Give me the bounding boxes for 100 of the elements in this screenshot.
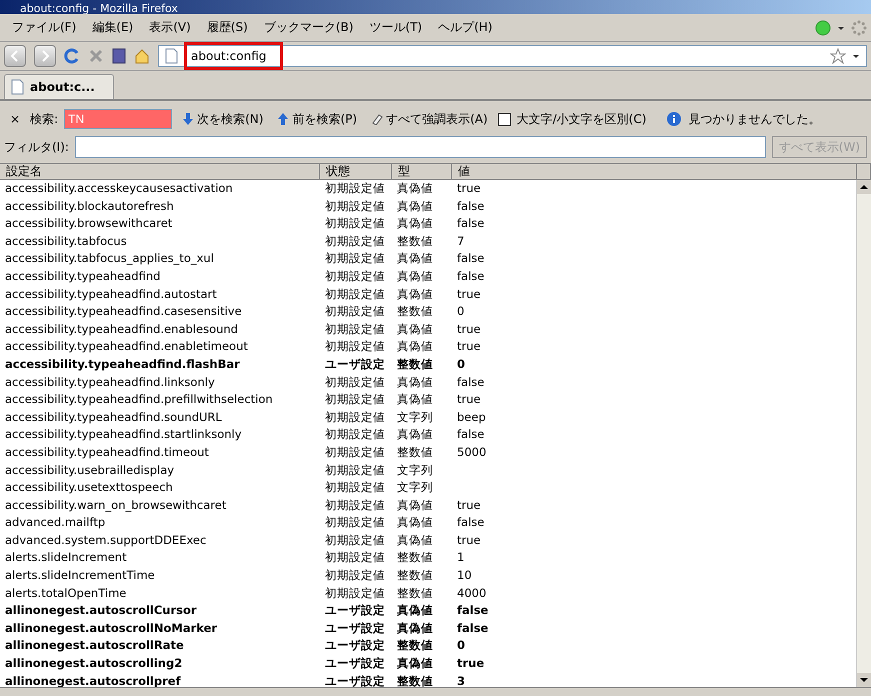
table-cell-text: accessibility.typeaheadfind.enabletimeout — [4, 338, 249, 356]
table-cell-text: 初期設定値 — [324, 444, 386, 461]
stop-icon[interactable] — [88, 48, 104, 64]
table-cell-text: accessibility.browsewithcaret — [4, 215, 174, 232]
info-icon — [666, 111, 682, 127]
table-cell-text: ユーザ設定 — [324, 602, 386, 620]
table-cell-text: false — [456, 374, 486, 391]
table-cell-text: 真偽値 — [396, 426, 434, 444]
up-arrow-icon — [277, 112, 290, 126]
table-cell-text: accessibility.typeaheadfind.enablesound — [4, 320, 239, 338]
browser-tab[interactable]: about:c... — [4, 74, 114, 99]
menu-item[interactable]: ツール(T) — [361, 19, 430, 36]
table-cell-text: accessibility.tabfocus_applies_to_xul — [4, 250, 215, 268]
table-cell-text: true — [456, 338, 482, 356]
table-cell-text: 文字列 — [396, 462, 434, 478]
table-cell-text: 整数値 — [396, 549, 434, 566]
table-cell-text: 初期設定値 — [324, 408, 386, 426]
scrollbar[interactable] — [856, 180, 871, 687]
table-cell-text: accessibility.usetexttospeech — [4, 479, 174, 496]
scroll-up-icon[interactable] — [860, 184, 868, 190]
menu-item[interactable]: 編集(E) — [84, 19, 142, 36]
table-cell-text: true — [456, 286, 482, 303]
table-cell-text: accessibility.typeaheadfind.startlinksonly — [4, 426, 243, 444]
back-button[interactable] — [4, 45, 26, 67]
table-cell-text: ユーザ設定 — [324, 672, 386, 687]
find-next-button[interactable]: 次を検索(N) — [178, 110, 268, 128]
table-cell-text: 0 — [456, 303, 466, 320]
table-cell-text: accessibility.typeaheadfind.prefillwithselection — [4, 391, 274, 408]
table-cell-text: 0 — [456, 356, 466, 373]
table-cell-text: 整数値 — [396, 567, 434, 584]
table-cell-text: 初期設定値 — [324, 250, 386, 268]
table-cell-text: true — [456, 391, 482, 408]
table-cell-text: 初期設定値 — [324, 215, 386, 232]
highlight-all-button[interactable]: すべて強調表示(A) — [367, 110, 492, 128]
table-cell-text: false — [456, 250, 486, 268]
table-cell-text: 整数値 — [396, 584, 434, 602]
highlighter-icon — [371, 113, 384, 125]
table-cell-text: false — [456, 215, 486, 232]
table-cell-text: 文字列 — [396, 408, 434, 426]
menu-item[interactable]: ヘルプ(H) — [430, 19, 500, 36]
table-cell-text: 初期設定値 — [324, 198, 386, 215]
home-icon[interactable] — [134, 48, 150, 64]
table-cell-text: advanced.system.supportDDEExec — [4, 532, 208, 549]
find-previous-button[interactable]: 前を検索(P) — [273, 110, 362, 128]
menu-item[interactable]: 履歴(S) — [198, 19, 256, 36]
forward-button[interactable] — [34, 45, 56, 67]
table-cell-text: 真偽値 — [396, 338, 434, 356]
table-cell-text: 4000 — [456, 584, 488, 602]
address-bar[interactable]: about:config — [158, 45, 867, 67]
table-cell-text: 1 — [456, 549, 466, 566]
filter-field[interactable] — [74, 136, 766, 158]
table-cell-text: accessibility.typeaheadfind.flashBar — [4, 356, 241, 373]
table-cell-text: alerts.totalOpenTime — [4, 584, 128, 602]
table-cell-text: true — [456, 496, 482, 514]
table-cell-text: 真偽値 — [396, 655, 434, 672]
table-cell-text: ユーザ設定 — [324, 620, 386, 637]
menu-item[interactable]: ファイル(F) — [4, 19, 84, 36]
table-cell-text: 初期設定値 — [324, 232, 386, 250]
address-text: about:config — [184, 42, 284, 70]
table-cell-text: ユーザ設定 — [324, 356, 386, 373]
table-cell-text: 初期設定値 — [324, 567, 386, 584]
table-cell-text: 初期設定値 — [324, 426, 386, 444]
table-cell-text: true — [456, 320, 482, 338]
throbber-icon — [851, 20, 867, 36]
table-cell-text: true — [456, 180, 482, 197]
status-light-icon — [815, 20, 831, 36]
match-case-checkbox[interactable] — [498, 112, 511, 126]
scroll-down-icon[interactable] — [860, 677, 868, 683]
table-cell-text: 真偽値 — [396, 514, 434, 532]
table-cell-text: 初期設定値 — [324, 584, 386, 602]
table-cell-text: false — [456, 198, 486, 215]
find-status: 見つかりませんでした。 — [688, 110, 820, 128]
column-header[interactable]: 型 — [392, 164, 452, 180]
table-cell-text: false — [456, 514, 486, 532]
star-icon[interactable] — [830, 48, 846, 64]
column-header[interactable]: 状態 — [320, 164, 392, 180]
table-cell-text: 7 — [456, 232, 466, 250]
column-header[interactable]: 値 — [452, 164, 857, 180]
close-button[interactable]: × — [6, 112, 24, 126]
table-cell-text: 初期設定値 — [324, 320, 386, 338]
reload-icon[interactable] — [64, 48, 80, 64]
table-cell-text: false — [456, 602, 490, 620]
window-title: about:config - Mozilla Firefox — [19, 3, 178, 14]
table-cell-text: 真偽値 — [396, 374, 434, 391]
table-cell-text: 整数値 — [396, 672, 434, 687]
table-cell-text: 0 — [456, 637, 466, 654]
column-header[interactable]: 設定名 — [0, 164, 320, 180]
table-cell-text: false — [456, 426, 486, 444]
table-cell-text: 10 — [456, 567, 473, 584]
menu-item[interactable]: ブックマーク(B) — [256, 19, 362, 36]
table-cell-text: 整数値 — [396, 637, 434, 654]
table-cell-text: 真偽値 — [396, 180, 434, 197]
table-cell-text: true — [456, 532, 482, 549]
bookmark-book-icon[interactable] — [112, 48, 126, 64]
table-cell-text: accessibility.typeaheadfind.soundURL — [4, 408, 223, 426]
match-case-label: 大文字/小文字を区別(C) — [516, 110, 646, 128]
table-cell-text: accessibility.tabfocus — [4, 232, 128, 250]
menu-item[interactable]: 表示(V) — [141, 19, 199, 36]
table-cell-text: accessibility.blockautorefresh — [4, 198, 175, 215]
caret-icon[interactable] — [852, 52, 860, 60]
